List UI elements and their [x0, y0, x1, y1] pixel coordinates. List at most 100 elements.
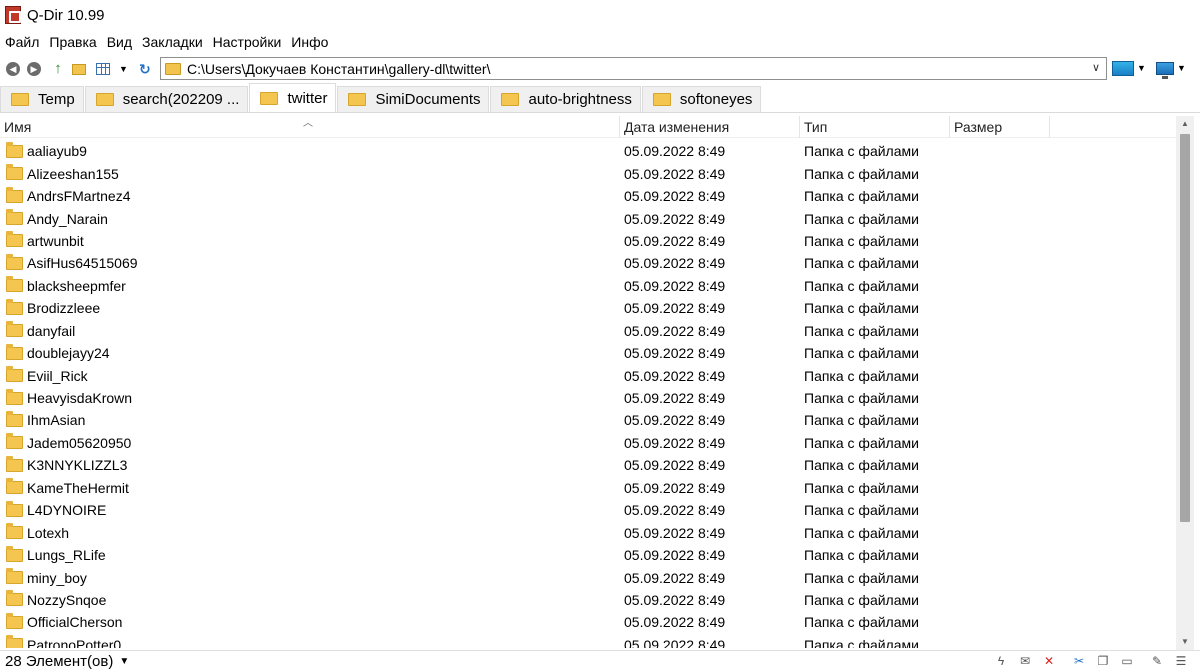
- address-path[interactable]: C:\Users\Докучаев Константин\gallery-dl\…: [187, 61, 490, 77]
- monitor-dropdown-icon[interactable]: ▼: [1177, 63, 1186, 73]
- cell-date: 05.09.2022 8:49: [624, 502, 726, 519]
- cell-date: 05.09.2022 8:49: [624, 479, 726, 496]
- table-row[interactable]: AndrsFMartnez4 05.09.2022 8:49 Папка с фай…: [0, 185, 1176, 207]
- cell-date: 05.09.2022 8:49: [624, 232, 726, 249]
- delete-icon[interactable]: ✕: [1042, 654, 1056, 668]
- table-row[interactable]: miny_boy 05.09.2022 8:49 Папка с файлами: [0, 566, 1176, 588]
- layout-dropdown-icon[interactable]: ▼: [1137, 63, 1146, 73]
- table-row[interactable]: IhmAsian 05.09.2022 8:49 Папка с файлами: [0, 409, 1176, 431]
- column-header-type[interactable]: Тип: [800, 115, 950, 138]
- cell-name: doublejayy24: [0, 343, 620, 361]
- table-row[interactable]: blacksheepmfer 05.09.2022 8:49 Папка с фай…: [0, 275, 1176, 297]
- tab-twitter[interactable]: twitter: [249, 83, 337, 112]
- table-row[interactable]: AsifHus64515069 05.09.2022 8:49 Папка с фа…: [0, 252, 1176, 274]
- table-row[interactable]: artwunbit 05.09.2022 8:49 Папка с файлами: [0, 230, 1176, 252]
- table-row[interactable]: Brodizzleee 05.09.2022 8:49 Папка с файлам…: [0, 297, 1176, 319]
- cell-type: Папка с файлами: [804, 569, 919, 586]
- table-row[interactable]: Andy_Narain 05.09.2022 8:49 Папка с файлам…: [0, 207, 1176, 229]
- menu-bar: Файл Правка Вид Закладки Настройки Инфо: [0, 32, 333, 52]
- menu-file[interactable]: Файл: [0, 34, 44, 50]
- rename-icon[interactable]: ✎: [1150, 654, 1164, 668]
- table-row[interactable]: aaliayub9 05.09.2022 8:49 Папка с файлами: [0, 140, 1176, 162]
- column-headers: Имя Дата изменения Тип Размер: [0, 115, 1176, 138]
- tab-label: search(202209 ...: [122, 91, 240, 108]
- cell-date: 05.09.2022 8:49: [624, 412, 726, 429]
- menu-settings[interactable]: Настройки: [208, 34, 287, 50]
- table-row[interactable]: OfficialCherson 05.09.2022 8:49 Папка с фа…: [0, 611, 1176, 633]
- cell-date: 05.09.2022 8:49: [624, 390, 726, 407]
- folder-icon: [6, 635, 23, 648]
- new-folder-button[interactable]: [71, 61, 87, 77]
- chevron-down-icon[interactable]: ▼: [119, 656, 129, 667]
- menu-info[interactable]: Инфо: [286, 34, 333, 50]
- cell-name: L4DYNOIRE: [0, 500, 620, 518]
- scroll-up-icon[interactable]: ▲: [1176, 116, 1194, 132]
- file-name: miny_boy: [27, 569, 87, 586]
- cell-date: 05.09.2022 8:49: [624, 614, 726, 631]
- back-button[interactable]: ◀: [5, 61, 21, 77]
- cell-name: Brodizzleee: [0, 298, 620, 316]
- cut-icon[interactable]: ✂: [1072, 654, 1086, 668]
- tab-temp[interactable]: Temp: [0, 86, 84, 112]
- vertical-scrollbar[interactable]: ▲ ▼: [1176, 116, 1194, 650]
- view-mode-button[interactable]: [95, 61, 111, 77]
- title-bar: Q-Dir 10.99: [0, 0, 1200, 30]
- table-row[interactable]: K3NNYKLIZZL3 05.09.2022 8:49 Папка с файла…: [0, 454, 1176, 476]
- file-name: Lotexh: [27, 524, 70, 541]
- column-header-size[interactable]: Размер: [950, 115, 1050, 138]
- column-header-date[interactable]: Дата изменения: [620, 115, 800, 138]
- run-icon[interactable]: ϟ: [994, 654, 1008, 668]
- file-name: artwunbit: [27, 232, 84, 249]
- folder-icon: [6, 500, 23, 517]
- tab-bar: Temp search(202209 ... twitter SimiDocum…: [0, 83, 1200, 113]
- file-name: AsifHus64515069: [27, 255, 138, 272]
- table-row[interactable]: Eviil_Rick 05.09.2022 8:49 Папка с файлами: [0, 364, 1176, 386]
- cell-name: HeavyisdaKrown: [0, 388, 620, 406]
- tab-simidocuments[interactable]: SimiDocuments: [337, 86, 490, 112]
- properties-icon[interactable]: ☰: [1174, 654, 1188, 668]
- menu-bookmarks[interactable]: Закладки: [137, 34, 208, 50]
- monitor-icon: [1156, 61, 1174, 79]
- monitor-button[interactable]: ▼: [1156, 59, 1186, 79]
- chevron-down-icon[interactable]: ∨: [1092, 61, 1100, 74]
- refresh-button[interactable]: ↻: [137, 61, 153, 77]
- table-row[interactable]: L4DYNOIRE 05.09.2022 8:49 Папка с файлами: [0, 499, 1176, 521]
- folder-icon: [6, 545, 23, 562]
- file-name: AndrsFMartnez4: [27, 188, 131, 205]
- menu-edit[interactable]: Правка: [44, 34, 101, 50]
- table-row[interactable]: danyfail 05.09.2022 8:49 Папка с файлами: [0, 320, 1176, 342]
- layout-button[interactable]: ▼: [1112, 59, 1146, 77]
- view-mode-dropdown-icon[interactable]: ▼: [119, 64, 128, 74]
- table-row[interactable]: HeavyisdaKrown 05.09.2022 8:49 Папка с фай…: [0, 387, 1176, 409]
- tab-search[interactable]: search(202209 ...: [84, 86, 249, 112]
- address-bar[interactable]: C:\Users\Докучаев Константин\gallery-dl\…: [160, 57, 1107, 80]
- scroll-thumb[interactable]: [1180, 134, 1190, 522]
- forward-button[interactable]: ▶: [26, 61, 42, 77]
- table-row[interactable]: PatronoPotter0 05.09.2022 8:49 Папка с фай…: [0, 634, 1176, 648]
- scroll-down-icon[interactable]: ▼: [1176, 634, 1194, 650]
- tab-auto-brightness[interactable]: auto-brightness: [490, 86, 641, 112]
- table-row[interactable]: Alizeeshan155 05.09.2022 8:49 Папка с файл…: [0, 162, 1176, 184]
- file-name: Andy_Narain: [27, 210, 108, 227]
- table-row[interactable]: Jadem05620950 05.09.2022 8:49 Папка с файл…: [0, 432, 1176, 454]
- cell-name: miny_boy: [0, 568, 620, 586]
- table-row[interactable]: Lungs_RLife 05.09.2022 8:49 Папка с файлам…: [0, 544, 1176, 566]
- cell-type: Папка с файлами: [804, 591, 919, 608]
- layout-icon: [1112, 60, 1134, 76]
- table-row[interactable]: Lotexh 05.09.2022 8:49 Папка с файлами: [0, 521, 1176, 543]
- table-row[interactable]: KameTheHermit 05.09.2022 8:49 Папка с файл…: [0, 477, 1176, 499]
- table-row[interactable]: NozzySnqoe 05.09.2022 8:49 Папка с файлами: [0, 589, 1176, 611]
- tab-softoneyes[interactable]: softoneyes: [641, 86, 762, 112]
- folder-icon: [6, 186, 23, 203]
- menu-view[interactable]: Вид: [102, 34, 137, 50]
- up-folder-button[interactable]: ↑: [50, 61, 66, 77]
- paste-icon[interactable]: ▭: [1120, 654, 1134, 668]
- cell-type: Папка с файлами: [804, 277, 919, 294]
- table-row[interactable]: doublejayy24 05.09.2022 8:49 Папка с файла…: [0, 342, 1176, 364]
- folder-icon: [6, 231, 23, 248]
- copy-icon[interactable]: ❐: [1096, 654, 1110, 668]
- cell-name: blacksheepmfer: [0, 276, 620, 294]
- cell-name: NozzySnqoe: [0, 590, 620, 608]
- mail-icon[interactable]: ✉: [1018, 654, 1032, 668]
- folder-icon: [6, 276, 23, 293]
